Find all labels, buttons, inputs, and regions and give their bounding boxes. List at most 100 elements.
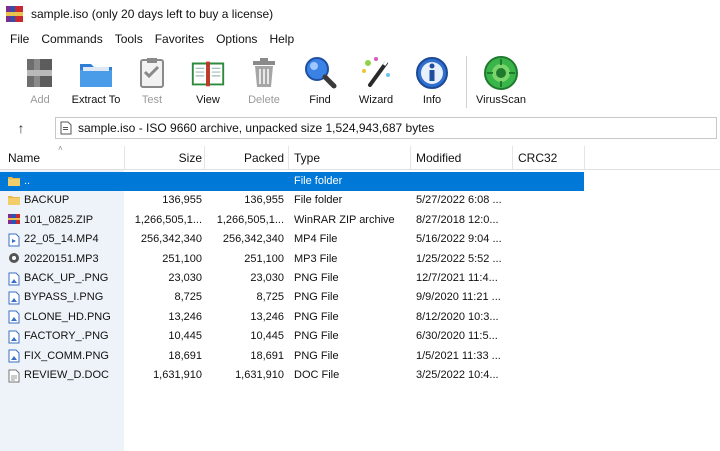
- file-size-cell: 251,100: [162, 252, 202, 265]
- delete-icon: [245, 54, 283, 92]
- file-name: 101_0825.ZIP: [24, 213, 94, 226]
- menu-commands[interactable]: Commands: [35, 32, 108, 46]
- file-modified-cell: 5/16/2022 9:04 ...: [416, 233, 502, 246]
- virusscan-label: VirusScan: [476, 94, 526, 106]
- info-icon: [413, 54, 451, 92]
- audio-icon: [8, 252, 20, 266]
- extract-to-button[interactable]: Extract To: [68, 54, 124, 110]
- file-row[interactable]: .. File folder: [0, 172, 584, 191]
- wizard-button[interactable]: Wizard: [348, 54, 404, 110]
- file-modified-cell: 8/12/2020 10:3...: [416, 310, 499, 323]
- zip-icon: [8, 213, 20, 227]
- address-field[interactable]: sample.iso - ISO 9660 archive, unpacked …: [55, 117, 717, 139]
- file-name: BACK_UP_.PNG: [24, 272, 109, 284]
- file-modified-cell: 6/30/2020 11:5...: [416, 330, 498, 343]
- file-name-cell: REVIEW_D.DOC: [8, 368, 126, 383]
- virusscan-button[interactable]: VirusScan: [473, 54, 529, 110]
- menu-tools[interactable]: Tools: [109, 32, 149, 46]
- info-button[interactable]: Info: [404, 54, 460, 110]
- file-packed-cell: 23,030: [250, 272, 284, 284]
- file-row[interactable]: 20220151.MP3 251,100 251,100 MP3 File 1/25/2…: [0, 250, 584, 269]
- file-modified-cell: 3/25/2022 10:4...: [416, 369, 499, 381]
- column-header-size[interactable]: Size: [126, 150, 202, 166]
- title-bar: sample.iso (only 20 days left to buy a l…: [0, 0, 720, 28]
- file-row[interactable]: FIX_COMM.PNG 18,691 18,691 PNG File 1/5/2021…: [0, 347, 584, 366]
- add-label: Add: [30, 94, 50, 106]
- arrow-up-icon: ↑: [17, 120, 25, 136]
- file-type-cell: PNG File: [294, 272, 339, 284]
- test-icon: [133, 54, 171, 92]
- delete-button[interactable]: Delete: [236, 54, 292, 110]
- file-row[interactable]: REVIEW_D.DOC 1,631,910 1,631,910 DOC File 3/…: [0, 366, 584, 385]
- file-list: ˄ Name Size Packed Type Modified CRC32 .…: [0, 144, 720, 451]
- file-name-cell: BACKUP: [8, 193, 126, 208]
- file-type-cell: PNG File: [294, 291, 339, 304]
- file-row[interactable]: BACKUP 136,955 136,955 File folder 5/27/2022…: [0, 191, 584, 210]
- menu-file[interactable]: File: [4, 32, 35, 46]
- find-icon: [301, 54, 339, 92]
- file-name: BYPASS_I.PNG: [24, 291, 104, 304]
- file-size-cell: 13,246: [168, 310, 202, 323]
- file-row[interactable]: CLONE_HD.PNG 13,246 13,246 PNG File 8/12/202…: [0, 308, 584, 327]
- column-header-type[interactable]: Type: [294, 150, 320, 166]
- file-size-cell: 18,691: [168, 349, 202, 362]
- extract-to-icon: [77, 54, 115, 92]
- file-type-cell: WinRAR ZIP archive: [294, 213, 395, 226]
- column-header-packed[interactable]: Packed: [206, 150, 284, 166]
- video-icon: [8, 233, 20, 247]
- file-name-cell: FIX_COMM.PNG: [8, 349, 126, 364]
- file-modified-cell: 5/27/2022 6:08 ...: [416, 194, 502, 207]
- file-name: 20220151.MP3: [24, 252, 99, 265]
- file-packed-cell: 136,955: [244, 194, 284, 207]
- find-button[interactable]: Find: [292, 54, 348, 110]
- view-button[interactable]: View: [180, 54, 236, 110]
- column-header-name[interactable]: Name: [8, 150, 40, 166]
- file-size-cell: 8,725: [174, 291, 202, 304]
- archive-file-icon: [60, 121, 72, 135]
- menu-options[interactable]: Options: [210, 32, 263, 46]
- winrar-app-icon: [6, 5, 24, 23]
- file-name-cell: 101_0825.ZIP: [8, 213, 126, 228]
- view-icon: [189, 54, 227, 92]
- file-row[interactable]: 22_05_14.MP4 256,342,340 256,342,340 MP4 Fi…: [0, 230, 584, 249]
- file-packed-cell: 1,266,505,1...: [216, 213, 284, 226]
- add-button[interactable]: Add: [12, 54, 68, 110]
- file-size-cell: 10,445: [168, 330, 202, 343]
- file-modified-cell: 12/7/2021 11:4...: [416, 272, 498, 284]
- file-modified-cell: 9/9/2020 11:21 ...: [416, 291, 501, 304]
- file-modified-cell: 8/27/2018 12:0...: [416, 213, 499, 226]
- file-name: FACTORY_.PNG: [24, 330, 109, 343]
- file-type-cell: File folder: [294, 194, 343, 207]
- test-button[interactable]: Test: [124, 54, 180, 110]
- toolbar-separator: [466, 56, 467, 108]
- file-name-cell: 22_05_14.MP4: [8, 232, 126, 247]
- document-icon: [8, 369, 20, 383]
- file-size-cell: 23,030: [168, 272, 202, 284]
- up-level-button[interactable]: ↑: [6, 115, 36, 141]
- file-row[interactable]: BACK_UP_.PNG 23,030 23,030 PNG File 12/7/202…: [0, 269, 584, 288]
- folder-icon: [8, 175, 20, 189]
- image-icon: [8, 310, 20, 324]
- file-name-cell: CLONE_HD.PNG: [8, 310, 126, 325]
- file-row[interactable]: FACTORY_.PNG 10,445 10,445 PNG File 6/30/202…: [0, 327, 584, 346]
- file-size-cell: 1,631,910: [153, 369, 202, 381]
- file-packed-cell: 256,342,340: [222, 233, 284, 246]
- menu-bar: File Commands Tools Favorites Options He…: [0, 28, 720, 50]
- column-header-crc32[interactable]: CRC32: [518, 150, 557, 166]
- file-name: CLONE_HD.PNG: [24, 310, 111, 323]
- file-name-cell: 20220151.MP3: [8, 252, 126, 267]
- file-row[interactable]: 101_0825.ZIP 1,266,505,1... 1,266,505,1...…: [0, 211, 584, 230]
- image-icon: [8, 330, 20, 344]
- menu-favorites[interactable]: Favorites: [149, 32, 210, 46]
- find-label: Find: [309, 94, 331, 106]
- wizard-label: Wizard: [358, 94, 394, 106]
- file-name-cell: BACK_UP_.PNG: [8, 271, 126, 286]
- file-packed-cell: 10,445: [250, 330, 284, 343]
- image-icon: [8, 349, 20, 363]
- file-size-cell: 256,342,340: [140, 233, 202, 246]
- menu-help[interactable]: Help: [263, 32, 300, 46]
- file-name: REVIEW_D.DOC: [24, 369, 109, 381]
- column-header-modified[interactable]: Modified: [416, 150, 461, 166]
- file-modified-cell: 1/25/2022 5:52 ...: [416, 252, 502, 265]
- file-row[interactable]: BYPASS_I.PNG 8,725 8,725 PNG File 9/9/2020 1…: [0, 288, 584, 307]
